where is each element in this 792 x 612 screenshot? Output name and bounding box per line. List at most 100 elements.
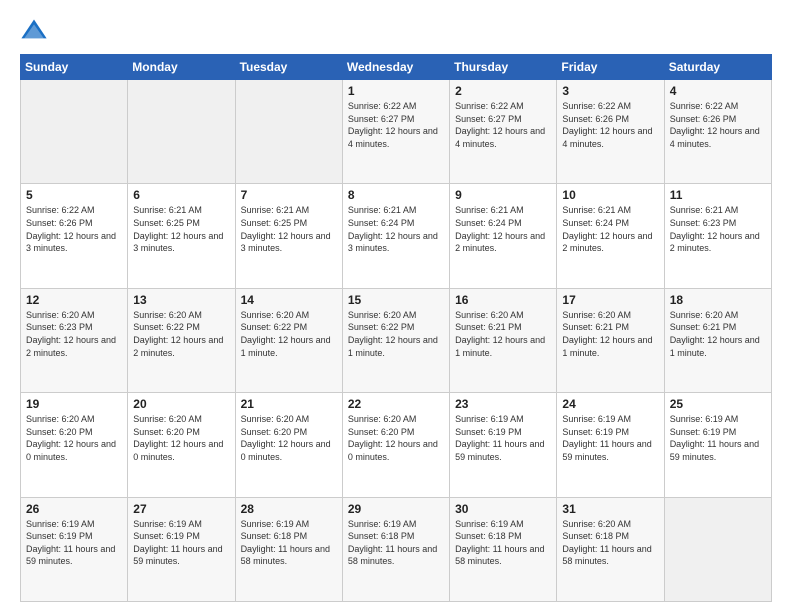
day-info: Sunrise: 6:21 AM Sunset: 6:25 PM Dayligh… [133, 204, 229, 254]
day-info: Sunrise: 6:22 AM Sunset: 6:26 PM Dayligh… [26, 204, 122, 254]
calendar-cell: 3 Sunrise: 6:22 AM Sunset: 6:26 PM Daylig… [557, 80, 664, 184]
weekday-header-sunday: Sunday [21, 55, 128, 80]
day-info: Sunrise: 6:19 AM Sunset: 6:19 PM Dayligh… [455, 413, 551, 463]
day-info: Sunrise: 6:21 AM Sunset: 6:24 PM Dayligh… [348, 204, 444, 254]
day-info: Sunrise: 6:20 AM Sunset: 6:20 PM Dayligh… [133, 413, 229, 463]
calendar-cell: 21 Sunrise: 6:20 AM Sunset: 6:20 PM Dayli… [235, 393, 342, 497]
day-info: Sunrise: 6:20 AM Sunset: 6:21 PM Dayligh… [562, 309, 658, 359]
day-number: 19 [26, 397, 122, 411]
day-number: 28 [241, 502, 337, 516]
weekday-header-friday: Friday [557, 55, 664, 80]
day-number: 13 [133, 293, 229, 307]
day-number: 6 [133, 188, 229, 202]
calendar-cell [664, 497, 771, 601]
day-number: 25 [670, 397, 766, 411]
calendar-cell: 17 Sunrise: 6:20 AM Sunset: 6:21 PM Dayli… [557, 288, 664, 392]
day-info: Sunrise: 6:20 AM Sunset: 6:23 PM Dayligh… [26, 309, 122, 359]
day-number: 2 [455, 84, 551, 98]
calendar-cell: 1 Sunrise: 6:22 AM Sunset: 6:27 PM Daylig… [342, 80, 449, 184]
day-number: 24 [562, 397, 658, 411]
day-info: Sunrise: 6:19 AM Sunset: 6:19 PM Dayligh… [26, 518, 122, 568]
day-info: Sunrise: 6:19 AM Sunset: 6:19 PM Dayligh… [133, 518, 229, 568]
day-number: 16 [455, 293, 551, 307]
calendar-cell: 31Sunrise: 6:20 AM Sunset: 6:18 PM Dayli… [557, 497, 664, 601]
day-number: 8 [348, 188, 444, 202]
calendar-cell: 10 Sunrise: 6:21 AM Sunset: 6:24 PM Dayli… [557, 184, 664, 288]
day-info: Sunrise: 6:21 AM Sunset: 6:24 PM Dayligh… [455, 204, 551, 254]
calendar-cell: 2 Sunrise: 6:22 AM Sunset: 6:27 PM Daylig… [450, 80, 557, 184]
day-number: 7 [241, 188, 337, 202]
day-number: 21 [241, 397, 337, 411]
calendar-cell: 29Sunrise: 6:19 AM Sunset: 6:18 PM Dayli… [342, 497, 449, 601]
day-info: Sunrise: 6:19 AM Sunset: 6:18 PM Dayligh… [455, 518, 551, 568]
weekday-header-thursday: Thursday [450, 55, 557, 80]
day-number: 9 [455, 188, 551, 202]
week-row-2: 12 Sunrise: 6:20 AM Sunset: 6:23 PM Dayli… [21, 288, 772, 392]
day-number: 30 [455, 502, 551, 516]
calendar-cell: 16Sunrise: 6:20 AM Sunset: 6:21 PM Dayli… [450, 288, 557, 392]
day-number: 14 [241, 293, 337, 307]
calendar-cell: 20 Sunrise: 6:20 AM Sunset: 6:20 PM Dayli… [128, 393, 235, 497]
day-info: Sunrise: 6:22 AM Sunset: 6:27 PM Dayligh… [455, 100, 551, 150]
day-number: 11 [670, 188, 766, 202]
page: SundayMondayTuesdayWednesdayThursdayFrid… [0, 0, 792, 612]
day-number: 5 [26, 188, 122, 202]
calendar-cell: 19 Sunrise: 6:20 AM Sunset: 6:20 PM Dayli… [21, 393, 128, 497]
week-row-4: 26 Sunrise: 6:19 AM Sunset: 6:19 PM Dayli… [21, 497, 772, 601]
day-info: Sunrise: 6:20 AM Sunset: 6:21 PM Dayligh… [670, 309, 766, 359]
calendar-cell: 30 Sunrise: 6:19 AM Sunset: 6:18 PM Dayli… [450, 497, 557, 601]
calendar-cell: 12 Sunrise: 6:20 AM Sunset: 6:23 PM Dayli… [21, 288, 128, 392]
day-number: 12 [26, 293, 122, 307]
day-number: 20 [133, 397, 229, 411]
day-number: 15 [348, 293, 444, 307]
calendar-table: SundayMondayTuesdayWednesdayThursdayFrid… [20, 54, 772, 602]
day-number: 3 [562, 84, 658, 98]
day-info: Sunrise: 6:19 AM Sunset: 6:19 PM Dayligh… [562, 413, 658, 463]
day-number: 17 [562, 293, 658, 307]
calendar-cell: 18Sunrise: 6:20 AM Sunset: 6:21 PM Dayli… [664, 288, 771, 392]
calendar-cell: 22Sunrise: 6:20 AM Sunset: 6:20 PM Dayli… [342, 393, 449, 497]
calendar-cell: 13Sunrise: 6:20 AM Sunset: 6:22 PM Dayli… [128, 288, 235, 392]
header [20, 16, 772, 44]
day-info: Sunrise: 6:20 AM Sunset: 6:20 PM Dayligh… [348, 413, 444, 463]
weekday-header-row: SundayMondayTuesdayWednesdayThursdayFrid… [21, 55, 772, 80]
weekday-header-saturday: Saturday [664, 55, 771, 80]
weekday-header-tuesday: Tuesday [235, 55, 342, 80]
week-row-3: 19 Sunrise: 6:20 AM Sunset: 6:20 PM Dayli… [21, 393, 772, 497]
day-info: Sunrise: 6:22 AM Sunset: 6:27 PM Dayligh… [348, 100, 444, 150]
calendar-cell [235, 80, 342, 184]
day-number: 23 [455, 397, 551, 411]
day-info: Sunrise: 6:21 AM Sunset: 6:23 PM Dayligh… [670, 204, 766, 254]
week-row-0: 1 Sunrise: 6:22 AM Sunset: 6:27 PM Daylig… [21, 80, 772, 184]
calendar-cell: 9 Sunrise: 6:21 AM Sunset: 6:24 PM Daylig… [450, 184, 557, 288]
day-info: Sunrise: 6:20 AM Sunset: 6:20 PM Dayligh… [241, 413, 337, 463]
day-number: 10 [562, 188, 658, 202]
weekday-header-monday: Monday [128, 55, 235, 80]
week-row-1: 5 Sunrise: 6:22 AM Sunset: 6:26 PM Daylig… [21, 184, 772, 288]
day-info: Sunrise: 6:20 AM Sunset: 6:20 PM Dayligh… [26, 413, 122, 463]
calendar-cell: 8 Sunrise: 6:21 AM Sunset: 6:24 PM Daylig… [342, 184, 449, 288]
calendar-cell: 15 Sunrise: 6:20 AM Sunset: 6:22 PM Dayli… [342, 288, 449, 392]
day-info: Sunrise: 6:19 AM Sunset: 6:18 PM Dayligh… [241, 518, 337, 568]
day-info: Sunrise: 6:21 AM Sunset: 6:24 PM Dayligh… [562, 204, 658, 254]
calendar-cell: 7Sunrise: 6:21 AM Sunset: 6:25 PM Daylig… [235, 184, 342, 288]
calendar-cell [128, 80, 235, 184]
day-number: 27 [133, 502, 229, 516]
day-number: 1 [348, 84, 444, 98]
calendar-cell: 5 Sunrise: 6:22 AM Sunset: 6:26 PM Daylig… [21, 184, 128, 288]
day-info: Sunrise: 6:19 AM Sunset: 6:19 PM Dayligh… [670, 413, 766, 463]
calendar-cell: 25 Sunrise: 6:19 AM Sunset: 6:19 PM Dayli… [664, 393, 771, 497]
day-info: Sunrise: 6:20 AM Sunset: 6:22 PM Dayligh… [241, 309, 337, 359]
calendar-cell: 11 Sunrise: 6:21 AM Sunset: 6:23 PM Dayli… [664, 184, 771, 288]
day-number: 4 [670, 84, 766, 98]
logo [20, 16, 52, 44]
weekday-header-wednesday: Wednesday [342, 55, 449, 80]
calendar-cell [21, 80, 128, 184]
calendar-cell: 27 Sunrise: 6:19 AM Sunset: 6:19 PM Dayli… [128, 497, 235, 601]
day-info: Sunrise: 6:20 AM Sunset: 6:22 PM Dayligh… [348, 309, 444, 359]
calendar-cell: 23 Sunrise: 6:19 AM Sunset: 6:19 PM Dayli… [450, 393, 557, 497]
day-info: Sunrise: 6:22 AM Sunset: 6:26 PM Dayligh… [562, 100, 658, 150]
logo-icon [20, 16, 48, 44]
day-number: 26 [26, 502, 122, 516]
day-info: Sunrise: 6:19 AM Sunset: 6:18 PM Dayligh… [348, 518, 444, 568]
